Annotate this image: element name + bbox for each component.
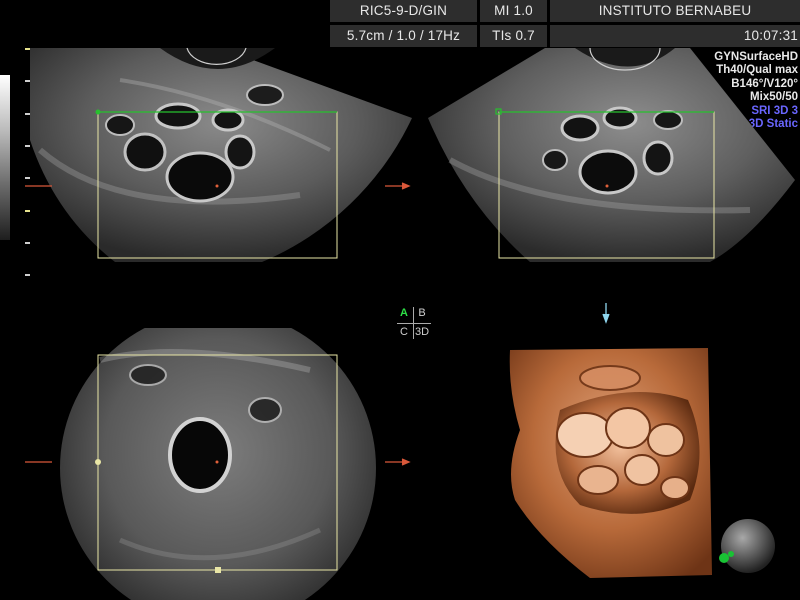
ultrasound-pane-c[interactable] [0,300,420,600]
rendered-follicle [624,454,660,486]
rendered-follicle [647,423,685,457]
follicle [642,140,674,176]
rendered-follicle [577,465,619,495]
orientation-dot-icon [719,553,729,563]
crosshair-dot [215,184,219,188]
rendered-follicle [605,407,651,449]
crosshair-dot [215,460,219,464]
orientation-sphere-icon[interactable] [721,519,775,573]
follicle [560,114,600,142]
follicle [123,132,167,172]
rendered-follicle [556,412,614,458]
view-3d-label[interactable]: 3D [413,324,431,340]
view-c-label[interactable]: C [395,324,413,340]
mask-top [0,300,420,328]
follicle [224,134,256,170]
follicle [653,110,683,130]
view-selector[interactable]: A B C 3D [395,305,433,341]
follicle [246,84,284,106]
follicle [165,151,235,203]
roi-handle[interactable] [95,109,101,115]
orientation-dot-icon [728,551,734,557]
rendered-follicle [660,476,690,500]
follicle [105,114,135,136]
rendered-follicle [579,365,641,391]
ultrasound-pane-b[interactable] [420,0,800,300]
follicle [602,106,638,130]
view-b-label[interactable]: B [413,305,431,321]
follicle [154,102,202,130]
ultrasound-pane-a[interactable] [0,0,420,300]
orientation-arrow-down [602,303,610,324]
follicle [168,417,232,493]
roi-handle[interactable] [215,567,221,573]
orientation-arrow-right [385,182,411,190]
follicle [248,397,282,423]
crosshair-dot [605,184,609,188]
orientation-arrow-right [385,458,411,466]
roi-handle[interactable] [95,459,101,465]
sector-image [30,48,412,262]
view-a-label[interactable]: A [395,305,413,321]
follicle [542,149,568,171]
follicle [211,108,245,132]
follicle [129,364,167,386]
render-3d-pane[interactable] [420,300,800,600]
